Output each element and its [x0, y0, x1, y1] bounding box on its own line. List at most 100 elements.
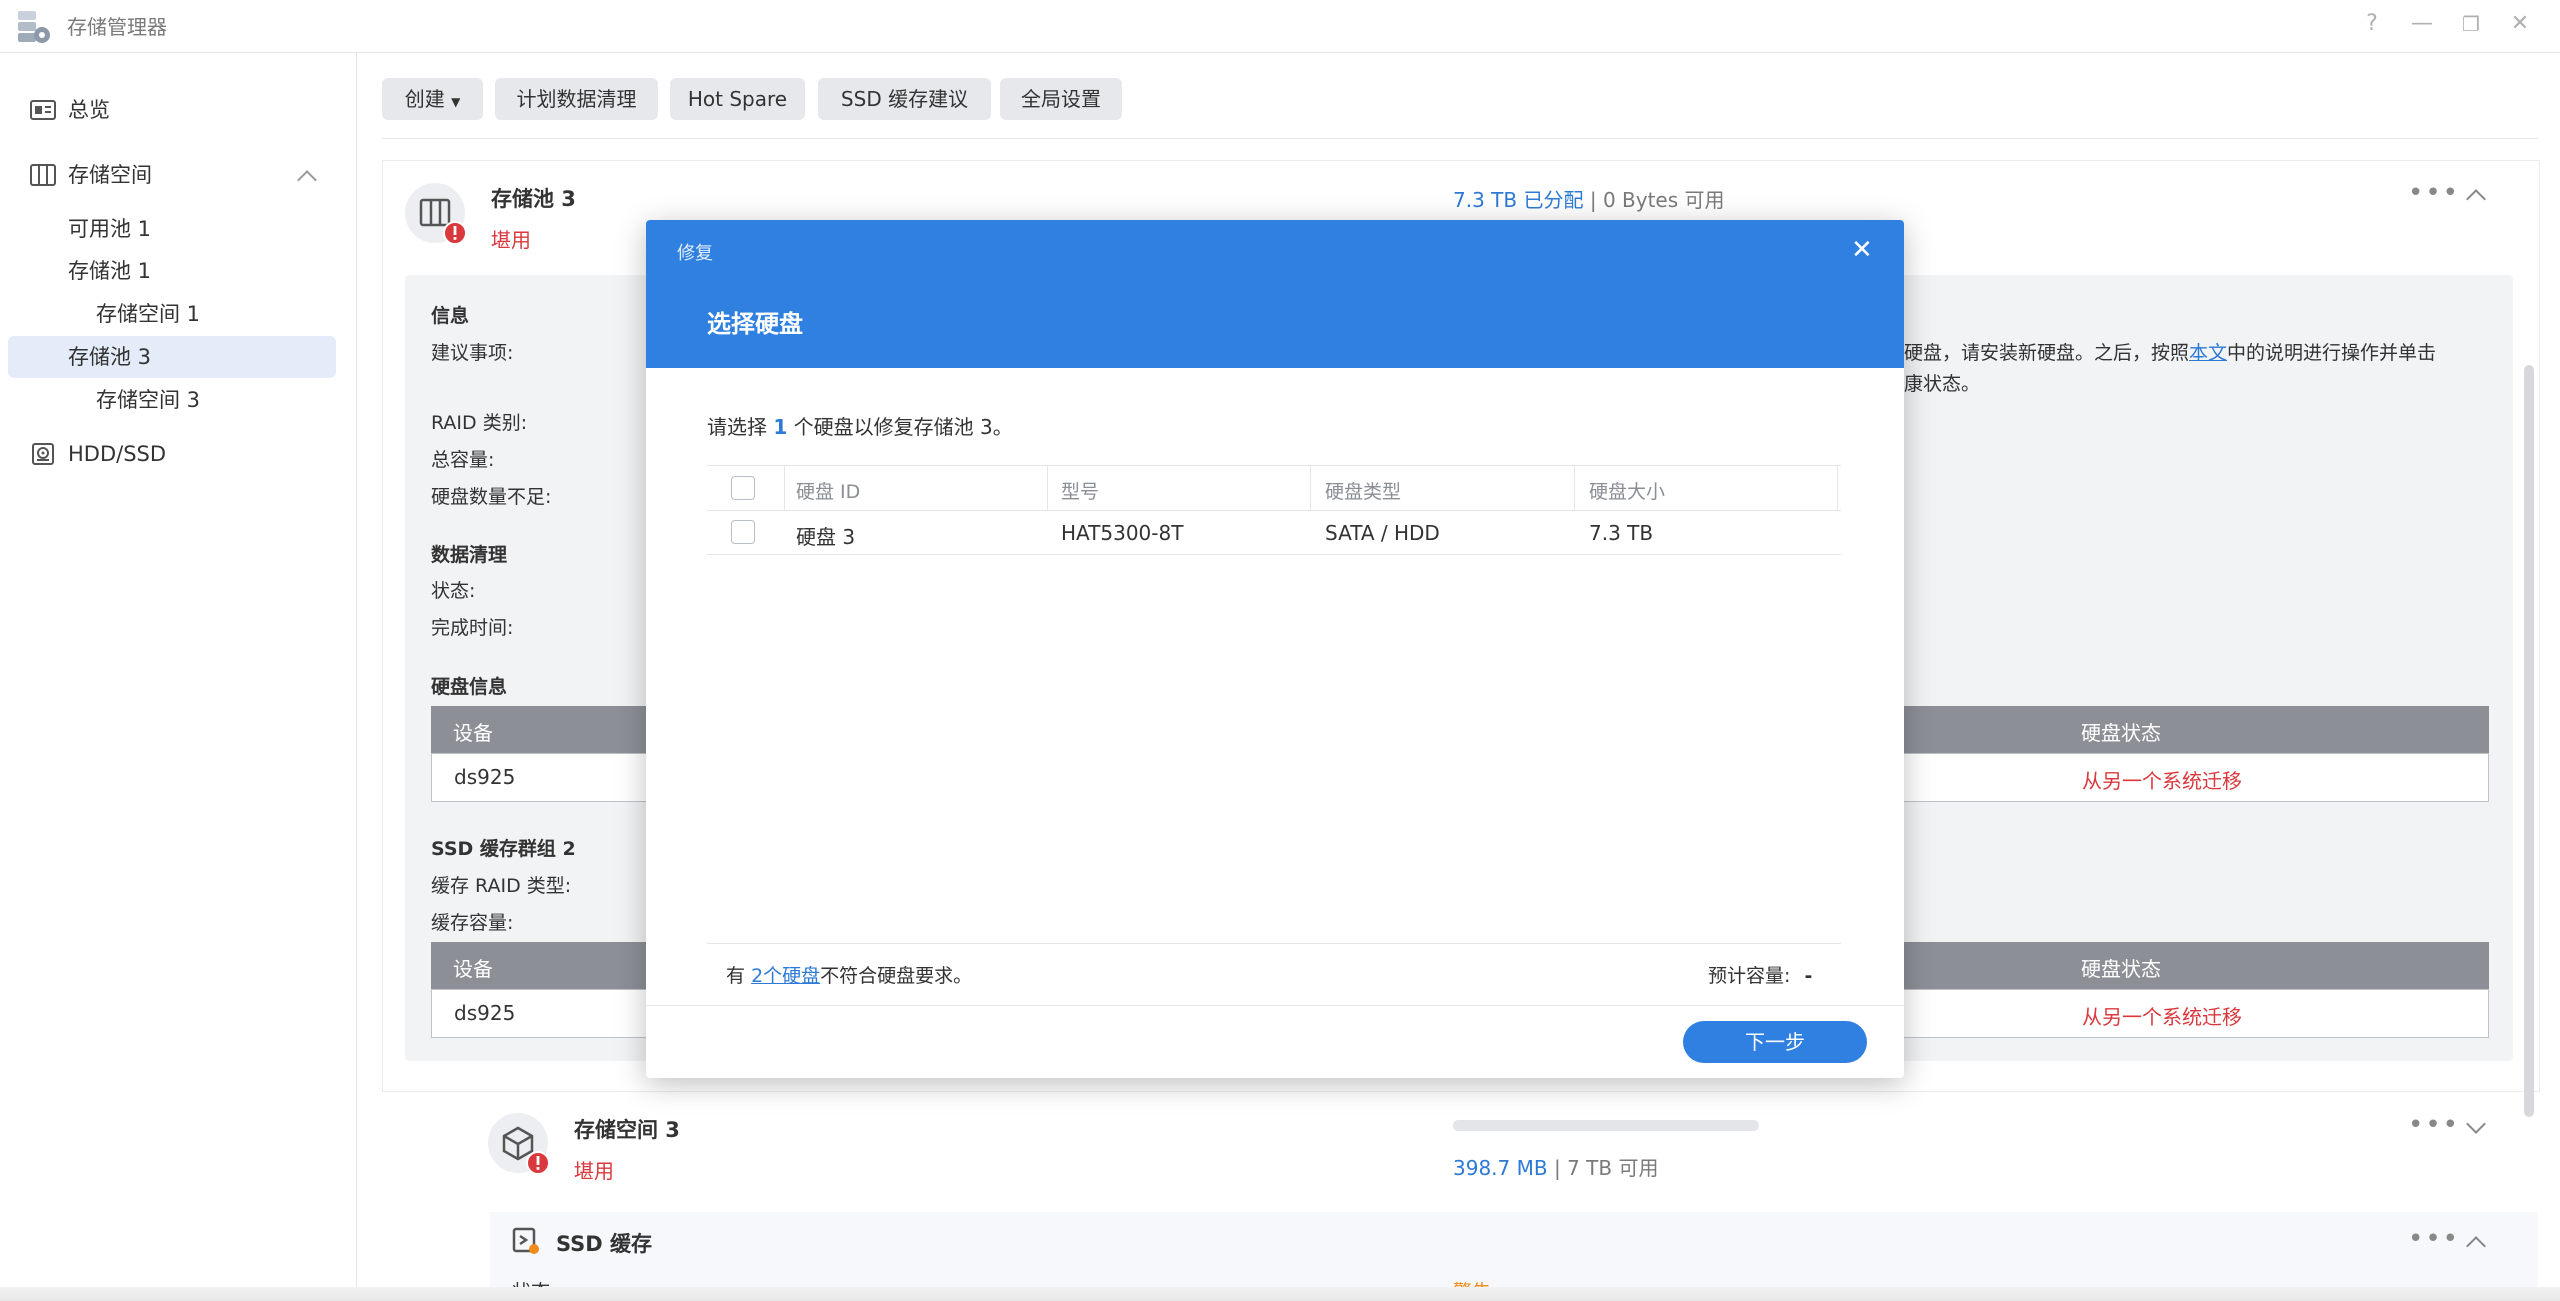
- pool-allocated: 7.3 TB 已分配: [1453, 188, 1584, 212]
- column-model[interactable]: 型号: [1061, 477, 1099, 504]
- restore-button[interactable]: ❐: [2453, 6, 2489, 42]
- schedule-scrub-button[interactable]: 计划数据清理: [495, 78, 658, 120]
- repair-dialog: 修复 选择硬盘 ✕ 请选择 1 个硬盘以修复存储池 3。 硬盘 ID 型号 硬盘…: [646, 220, 1904, 1078]
- separator: |: [1553, 1156, 1561, 1180]
- title-bar: 存储管理器 ? — ❐ ✕: [0, 0, 2560, 53]
- suggestion-text: 硬盘，请安装新硬盘。之后，按照本文中的说明进行操作并单击: [1904, 338, 2436, 365]
- dialog-subtitle: 修复: [677, 243, 713, 264]
- disk-info-heading: 硬盘信息: [431, 676, 508, 698]
- column-device: 设备: [453, 957, 493, 981]
- column-disk-size[interactable]: 硬盘大小: [1589, 477, 1665, 504]
- article-link[interactable]: 本文: [2189, 342, 2227, 364]
- more-options-icon[interactable]: •••: [2408, 178, 2460, 208]
- column-disk-status: 硬盘状态: [2081, 721, 2161, 745]
- raid-type-label: RAID 类别:: [431, 412, 528, 434]
- global-settings-button[interactable]: 全局设置: [1000, 78, 1122, 120]
- volume-status: 堪用: [574, 1159, 614, 1183]
- sidebar-item-storage[interactable]: 存储空间: [8, 154, 336, 196]
- scrub-status-label: 状态:: [431, 580, 476, 602]
- hdd-icon: [32, 443, 54, 465]
- ssd-group-heading: SSD 缓存群组 2: [431, 838, 576, 860]
- estimated-capacity: 预计容量: -: [1708, 961, 1812, 988]
- insufficient-disks-label: 硬盘数量不足:: [431, 486, 552, 508]
- column-divider: [1047, 466, 1048, 510]
- more-options-icon[interactable]: •••: [2408, 1110, 2460, 1140]
- suggestion-label: 建议事项:: [431, 342, 514, 364]
- disk-model: HAT5300-8T: [1061, 521, 1184, 545]
- help-button[interactable]: ?: [2354, 6, 2390, 42]
- ineligible-disks-link[interactable]: 2个硬盘: [751, 965, 820, 987]
- chevron-up-icon[interactable]: [297, 170, 317, 190]
- dialog-header: 修复 选择硬盘 ✕: [646, 220, 1904, 368]
- scrollbar-thumb[interactable]: [2524, 365, 2534, 1117]
- dialog-prompt: 请选择 1 个硬盘以修复存储池 3。: [707, 411, 1013, 440]
- sidebar-item-label: 可用池 1: [68, 217, 152, 241]
- column-disk-id[interactable]: 硬盘 ID: [796, 477, 860, 504]
- prompt-count: 1: [773, 415, 788, 439]
- table-row[interactable]: 硬盘 3 HAT5300-8T SATA / HDD 7.3 TB: [707, 510, 1841, 555]
- sidebar-item-pool-3[interactable]: 存储池 3: [8, 336, 336, 378]
- more-options-icon[interactable]: •••: [2408, 1224, 2460, 1254]
- disk-id: 硬盘 3: [796, 525, 856, 549]
- sidebar-storage-label: 存储空间: [68, 163, 152, 187]
- cache-capacity-label: 缓存容量:: [431, 912, 514, 934]
- caret-down-icon: ▼: [451, 95, 461, 109]
- ssd-cache-status-value: 警告: [1453, 1277, 1491, 1287]
- prompt-part: 请选择: [707, 415, 767, 439]
- ssd-cache-advisor-button[interactable]: SSD 缓存建议: [818, 78, 991, 120]
- sidebar-item-label: 存储空间 1: [96, 302, 201, 326]
- suggestion-part: 中的说明进行操作并单击: [2227, 342, 2437, 364]
- overview-icon: [30, 100, 56, 120]
- column-disk-type[interactable]: 硬盘类型: [1325, 477, 1401, 504]
- sidebar: 总览 存储空间 可用池 1 存储池 1 存储空间 1 存储池 3 存储空间 3 …: [0, 53, 357, 1301]
- sidebar-item-available-pool[interactable]: 可用池 1: [8, 208, 336, 250]
- note-part: 不符合硬盘要求。: [820, 965, 973, 987]
- suggestion-part: 硬盘，请安装新硬盘。之后，按照: [1904, 342, 2190, 364]
- suggestion-text-line2: 康状态。: [1904, 373, 1981, 395]
- sidebar-item-overview[interactable]: 总览: [8, 89, 336, 131]
- dialog-title: 选择硬盘: [707, 310, 803, 338]
- table-footer-divider: [707, 943, 1841, 944]
- device-name: ds925: [454, 1001, 516, 1025]
- estimate-value: -: [1804, 965, 1813, 987]
- estimate-label: 预计容量:: [1708, 965, 1791, 987]
- sidebar-item-volume-3[interactable]: 存储空间 3: [8, 379, 336, 421]
- pool-name: 存储池 3: [491, 187, 576, 211]
- note-part: 有: [726, 965, 746, 987]
- sidebar-item-label: 存储池 3: [68, 345, 152, 369]
- sidebar-item-pool-1[interactable]: 存储池 1: [8, 250, 336, 292]
- disk-select-table-header: 硬盘 ID 型号 硬盘类型 硬盘大小: [707, 465, 1841, 511]
- disk-status: 从另一个系统迁移: [2082, 1005, 2242, 1029]
- column-divider: [1310, 466, 1311, 510]
- cache-raid-label: 缓存 RAID 类型:: [431, 875, 572, 897]
- sidebar-item-volume-1[interactable]: 存储空间 1: [8, 293, 336, 335]
- chevron-down-icon[interactable]: [2466, 1114, 2486, 1134]
- disk-type: SATA / HDD: [1325, 521, 1440, 545]
- volume-name: 存储空间 3: [574, 1118, 680, 1142]
- disk-checkbox[interactable]: [731, 520, 755, 544]
- minimize-button[interactable]: —: [2404, 6, 2440, 42]
- pool-usage: 7.3 TB 已分配 | 0 Bytes 可用: [1453, 184, 1725, 213]
- hot-spare-button[interactable]: Hot Spare: [670, 78, 805, 120]
- sidebar-item-label: 存储空间 3: [96, 388, 201, 412]
- pool-available: 0 Bytes 可用: [1602, 188, 1725, 212]
- create-dropdown-button[interactable]: 创建 ▼: [382, 78, 483, 120]
- column-disk-status: 硬盘状态: [2081, 957, 2161, 981]
- ssd-cache-status-label: 状态: [512, 1277, 550, 1287]
- pool-warning-icon: [405, 183, 467, 245]
- close-window-button[interactable]: ✕: [2502, 6, 2538, 42]
- sidebar-overview-label: 总览: [68, 98, 110, 122]
- select-all-checkbox[interactable]: [731, 476, 755, 500]
- next-button[interactable]: 下一步: [1683, 1021, 1867, 1063]
- ssd-cache-icon: [512, 1227, 539, 1254]
- ssd-cache-title: SSD 缓存: [556, 1232, 653, 1256]
- sidebar-item-hdd-ssd[interactable]: HDD/SSD: [8, 433, 336, 475]
- column-divider: [784, 466, 785, 510]
- volume-usage-bar: [1453, 1120, 1759, 1131]
- scrub-completed-label: 完成时间:: [431, 617, 514, 639]
- volume-warning-icon: [488, 1113, 550, 1175]
- storage-manager-icon: [18, 11, 50, 43]
- scrub-heading: 数据清理: [431, 544, 508, 566]
- pool-status: 堪用: [491, 228, 531, 252]
- close-icon[interactable]: ✕: [1851, 235, 1873, 265]
